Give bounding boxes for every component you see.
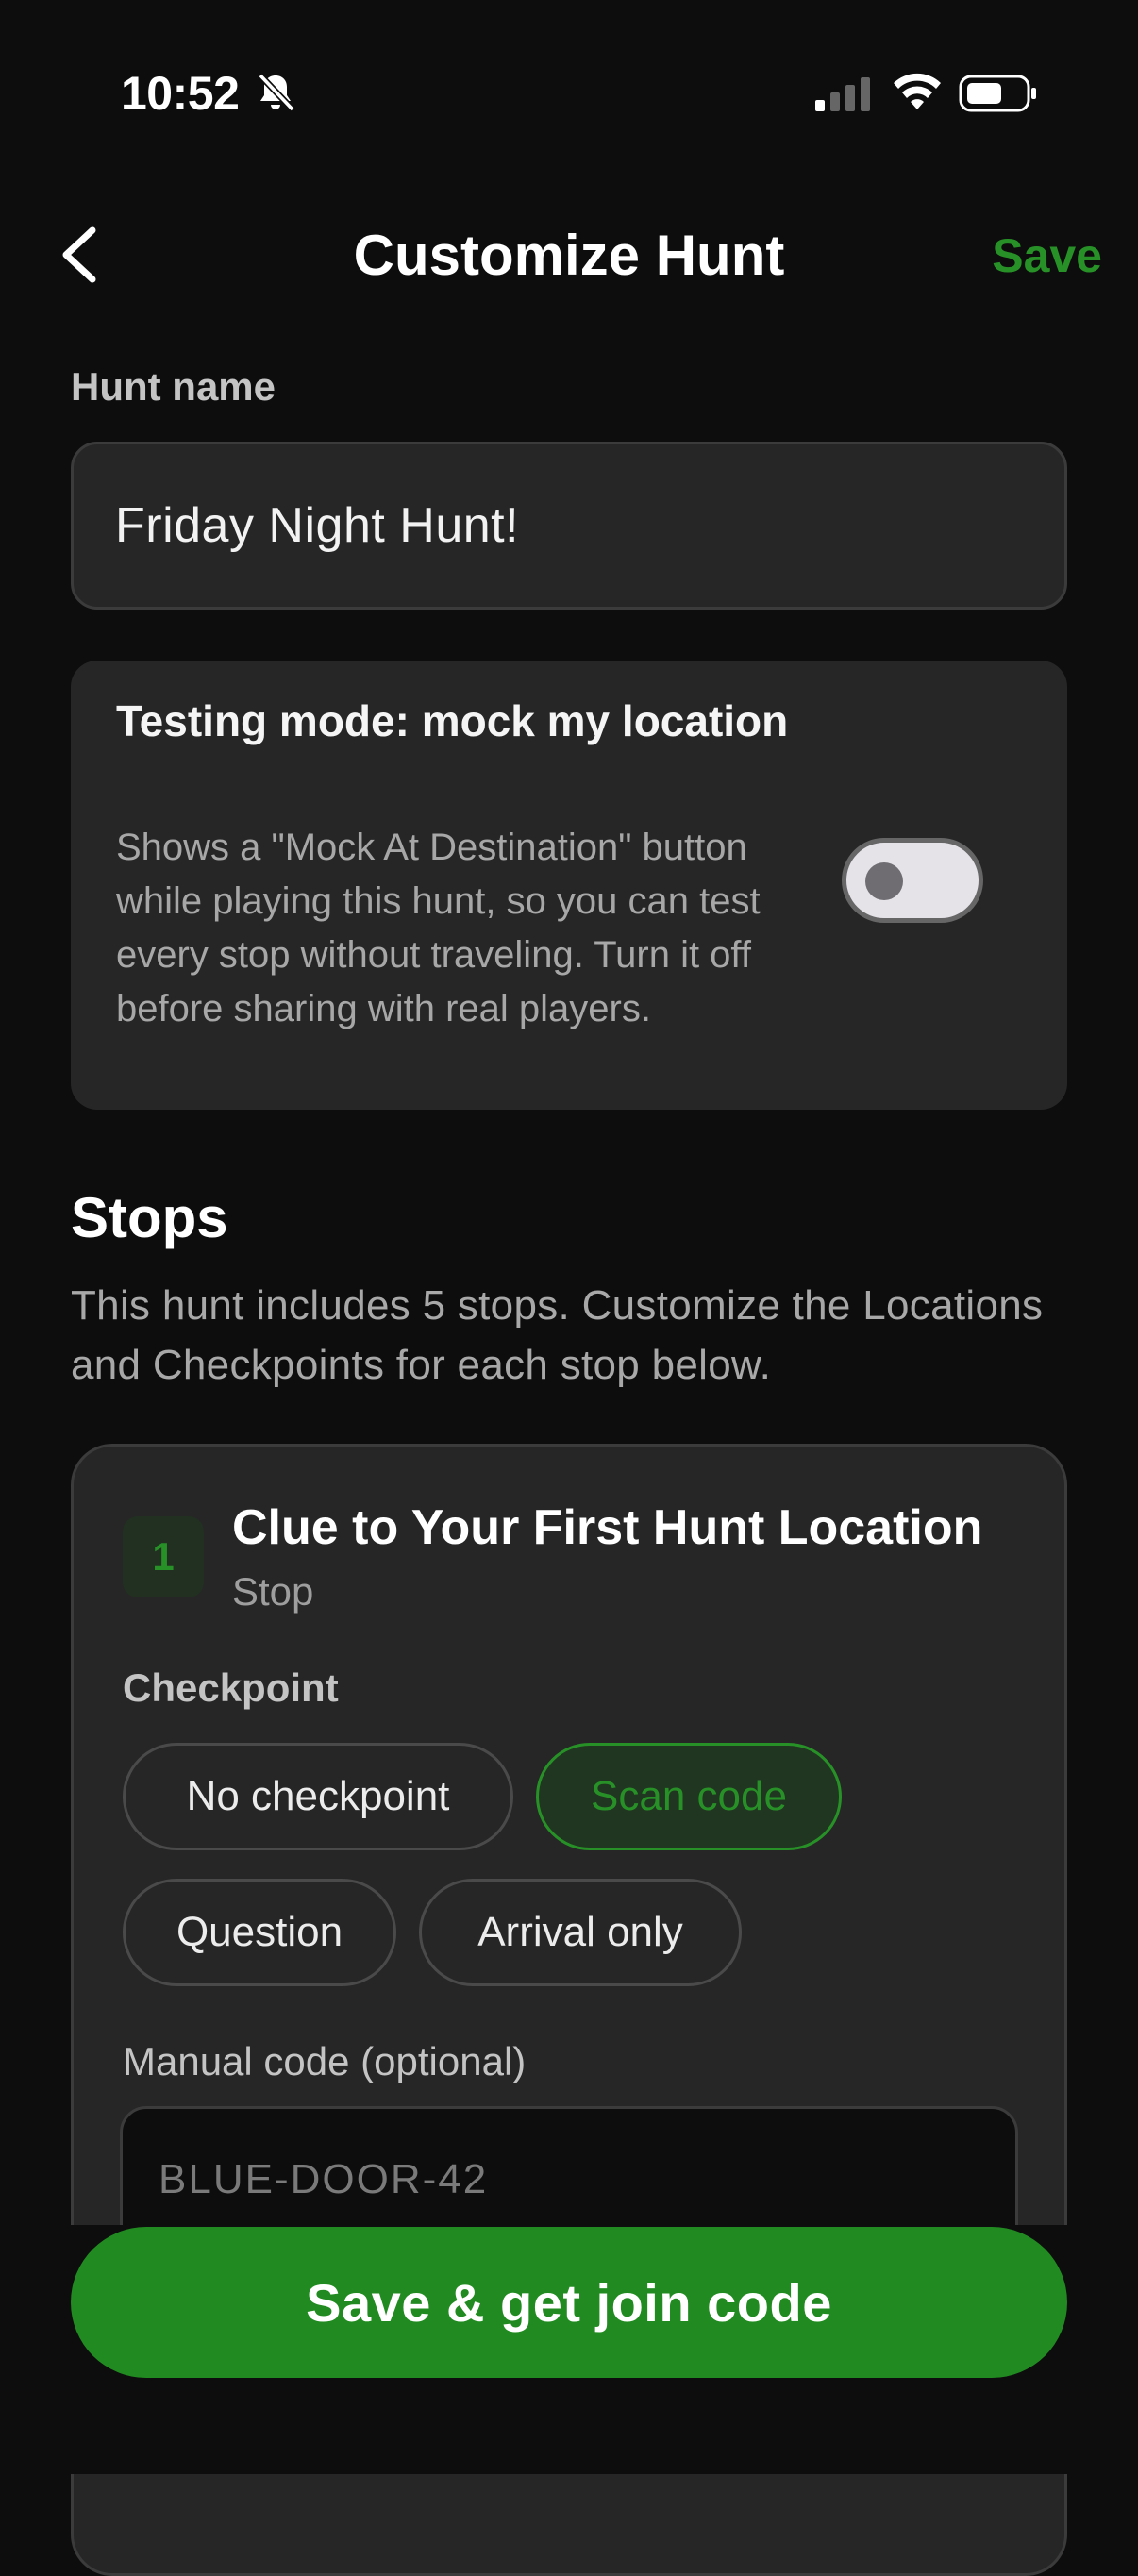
stop-subtitle: Stop <box>232 1569 314 1614</box>
cellular-signal-icon <box>815 77 870 111</box>
stop-number-badge: 1 <box>123 1516 204 1597</box>
stop-title: Clue to Your First Hunt Location <box>232 1500 983 1555</box>
checkpoint-option-none[interactable]: No checkpoint <box>123 1743 513 1850</box>
testing-mode-toggle[interactable] <box>842 838 983 923</box>
status-bar: 10:52 <box>0 0 1138 179</box>
testing-mode-card: Testing mode: mock my location Shows a "… <box>71 661 1067 1110</box>
status-time: 10:52 <box>121 67 240 120</box>
checkpoint-option-scan-code[interactable]: Scan code <box>536 1743 842 1850</box>
save-and-get-join-code-button[interactable]: Save & get join code <box>71 2227 1067 2378</box>
bell-muted-icon <box>258 73 295 112</box>
save-button[interactable]: Save <box>992 228 1102 283</box>
checkpoint-label: Checkpoint <box>123 1665 339 1710</box>
hunt-name-input[interactable]: Friday Night Hunt! <box>71 442 1067 610</box>
manual-code-label: Manual code (optional) <box>123 2039 527 2083</box>
stops-heading: Stops <box>71 1186 228 1249</box>
manual-code-placeholder: BLUE-DOOR-42 <box>159 2156 489 2202</box>
wifi-icon <box>894 73 941 109</box>
checkpoint-option-question[interactable]: Question <box>123 1879 396 1986</box>
checkpoint-option-arrival-only[interactable]: Arrival only <box>419 1879 742 1986</box>
testing-mode-title: Testing mode: mock my location <box>116 696 789 745</box>
hunt-name-label: Hunt name <box>71 364 276 409</box>
battery-icon <box>959 75 1036 112</box>
hunt-name-value: Friday Night Hunt! <box>115 498 520 553</box>
toggle-knob <box>865 862 903 900</box>
testing-mode-description: Shows a "Mock At Destination" button whi… <box>116 827 761 1029</box>
page-title: Customize Hunt <box>353 224 785 287</box>
stops-description: This hunt includes 5 stops. Customize th… <box>71 1282 1044 1388</box>
